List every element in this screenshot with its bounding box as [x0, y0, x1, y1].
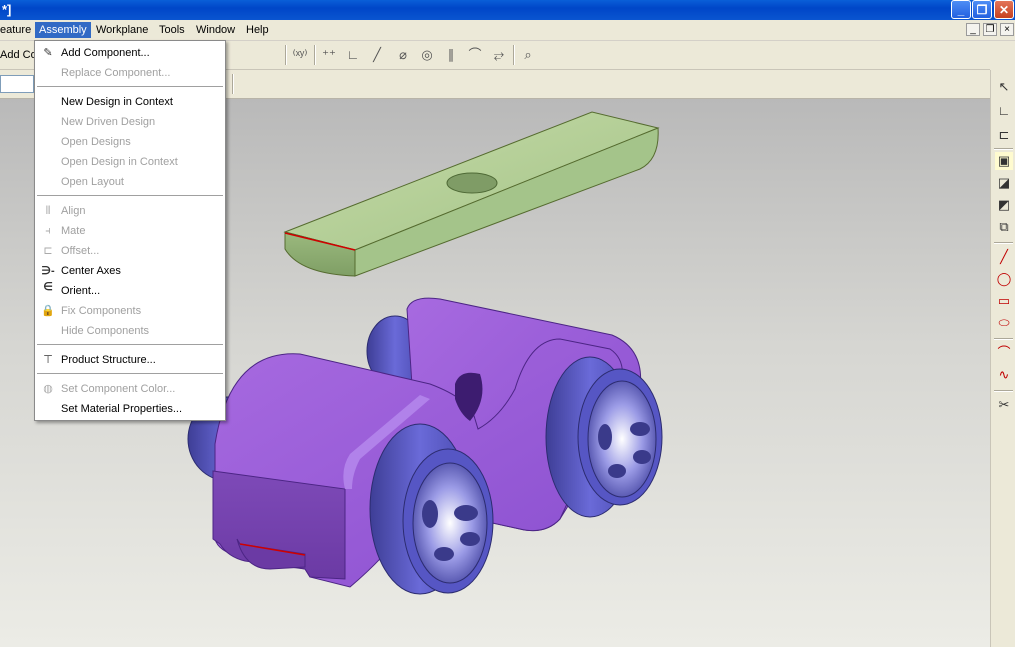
menu-item-mate[interactable]: ⫞ Mate [36, 221, 224, 241]
select-vertex-icon[interactable]: ◩ [995, 196, 1013, 214]
menu-item-offset[interactable]: ⊏ Offset... [36, 241, 224, 261]
menu-item-set-component-color[interactable]: ◍ Set Component Color... [36, 379, 224, 399]
symmetry-icon[interactable]: ⥂ [490, 46, 508, 64]
menu-help[interactable]: Help [242, 22, 273, 38]
toolbar-separator [285, 45, 287, 65]
menu-item-align[interactable]: ⫴ Align [36, 201, 224, 221]
right-toolbar: ↖ ∟ ⊏ ▣ ◪ ◩ ⧉ ╱ ◯ ▭ ⬭ ⌒ ∿ ✂ [990, 70, 1015, 647]
align-icon: ⫴ [45, 205, 51, 217]
menu-feature[interactable]: eature [0, 22, 35, 38]
toolbar-separator [232, 74, 234, 94]
menu-item-open-designs[interactable]: Open Designs [36, 132, 224, 152]
toolbar-input[interactable] [0, 75, 34, 93]
menu-item-hide-components[interactable]: Hide Components [36, 321, 224, 341]
menu-item-set-material-properties[interactable]: Set Material Properties... [36, 399, 224, 419]
menu-separator [37, 344, 223, 345]
toolbar-separator [994, 242, 1013, 244]
menu-item-center-axes[interactable]: ∋-∈ Center Axes [36, 261, 224, 293]
menu-item-new-design-in-context[interactable]: New Design in Context [36, 92, 224, 112]
assembly-menu: ✎ Add Component... Replace Component... … [34, 40, 226, 421]
circle-sketch-icon[interactable]: ◯ [995, 270, 1013, 288]
mdi-close-button[interactable]: × [1000, 23, 1014, 36]
component-color-icon: ◍ [43, 383, 53, 395]
add-component-icon: ✎ [43, 47, 53, 59]
restore-button[interactable]: ❐ [972, 0, 992, 19]
restore-icon: ❐ [976, 3, 988, 17]
line-icon[interactable]: ╱ [368, 46, 386, 64]
close-icon: ✕ [998, 3, 1010, 17]
mdi-minimize-button[interactable]: _ [966, 23, 980, 36]
concentric-icon[interactable]: ◎ [418, 46, 436, 64]
menu-separator [37, 195, 223, 196]
perpendicular-icon[interactable]: ∟ [344, 46, 362, 64]
menu-item-replace-component[interactable]: Replace Component... [36, 63, 224, 83]
toolbar-separator [513, 45, 515, 65]
menu-bar: eature Assembly Workplane Tools Window H… [0, 20, 1015, 41]
menu-assembly[interactable]: Assembly [35, 22, 91, 38]
xyz-icon[interactable]: ⁽ˣʸ⁾ [291, 46, 309, 64]
product-structure-icon: ⊤ [43, 354, 53, 366]
menu-item-new-driven-design[interactable]: New Driven Design [36, 112, 224, 132]
close-button[interactable]: ✕ [994, 0, 1014, 19]
menu-tools[interactable]: Tools [155, 22, 189, 38]
toolbar-separator [994, 148, 1013, 150]
mate-icon: ⫞ [45, 225, 51, 237]
select-part-icon[interactable]: ⧉ [995, 218, 1013, 236]
point-constraint-icon[interactable]: ⁺⁺ [320, 46, 338, 64]
zoom-icon[interactable]: ⌕ [519, 46, 537, 64]
rectangle-sketch-icon[interactable]: ▭ [995, 292, 1013, 310]
constraint-tool-1-icon[interactable]: ↖ [995, 78, 1013, 96]
constraint-tool-2-icon[interactable]: ∟ [995, 102, 1013, 120]
select-edge-icon[interactable]: ◪ [995, 174, 1013, 192]
top-plate-part[interactable] [283, 111, 660, 277]
offset-icon: ⊏ [43, 245, 53, 257]
minimize-button[interactable]: _ [951, 0, 971, 19]
line-sketch-icon[interactable]: ╱ [995, 248, 1013, 266]
window-title: *] [2, 2, 12, 17]
arc-sketch-icon[interactable]: ⌒ [995, 344, 1013, 362]
menu-workplane[interactable]: Workplane [92, 22, 152, 38]
menu-item-open-layout[interactable]: Open Layout [36, 172, 224, 192]
add-component-tool[interactable]: Add Co [0, 49, 37, 61]
select-face-icon[interactable]: ▣ [995, 152, 1013, 170]
front-right-wheel[interactable] [545, 356, 663, 518]
fix-components-icon: 🔒 [41, 305, 55, 317]
parallel-icon[interactable]: ∥ [442, 46, 460, 64]
menu-item-orient[interactable]: Orient... [36, 281, 224, 301]
tangent-icon[interactable]: ⌀ [394, 46, 412, 64]
menu-item-product-structure[interactable]: ⊤ Product Structure... [36, 350, 224, 370]
menu-separator [37, 373, 223, 374]
menu-item-fix-components[interactable]: 🔒 Fix Components [36, 301, 224, 321]
menu-item-open-design-in-context[interactable]: Open Design in Context [36, 152, 224, 172]
menu-window[interactable]: Window [192, 22, 239, 38]
mdi-restore-button[interactable]: ❐ [983, 23, 997, 36]
minimize-icon: _ [957, 3, 965, 17]
title-bar: *] _ ❐ ✕ [0, 0, 1015, 20]
spline-sketch-icon[interactable]: ∿ [995, 366, 1013, 384]
ellipse-sketch-icon[interactable]: ⬭ [995, 314, 1013, 332]
menu-separator [37, 86, 223, 87]
toolbar-separator [314, 45, 316, 65]
toolbar-separator [994, 390, 1013, 392]
constraint-tool-3-icon[interactable]: ⊏ [995, 126, 1013, 144]
trim-icon[interactable]: ✂ [995, 396, 1013, 414]
arc-constraint-icon[interactable]: ⌒ [466, 46, 484, 64]
toolbar-separator [994, 338, 1013, 340]
center-axes-icon: ∋-∈ [41, 265, 55, 293]
menu-item-add-component[interactable]: ✎ Add Component... [36, 43, 224, 63]
